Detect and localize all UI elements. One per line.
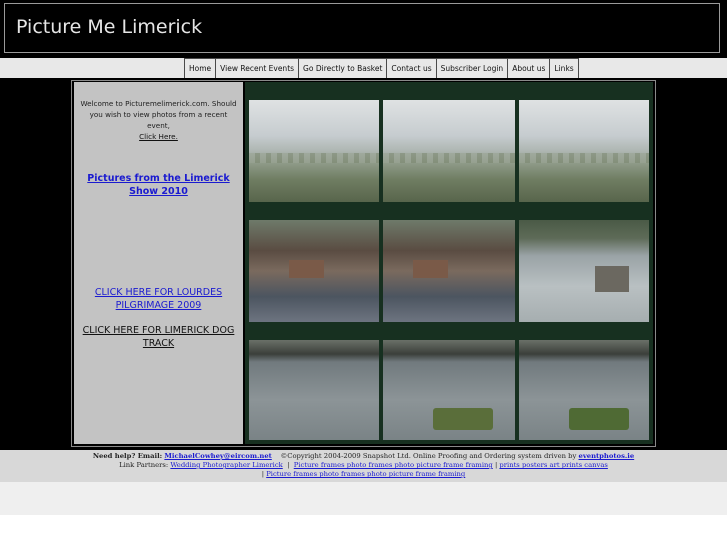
click-here-link[interactable]: Click Here.	[139, 132, 178, 141]
nav-item-links[interactable]: Links	[550, 59, 577, 78]
footer-line-3: | Picture frames photo frames photo pict…	[0, 470, 727, 479]
nav-item-subscriber-login[interactable]: Subscriber Login	[437, 59, 509, 78]
help-email-link[interactable]: MichaelCowhey@eircom.net	[164, 452, 271, 460]
photo-tile	[383, 100, 515, 202]
separator: |	[494, 461, 498, 469]
nav-item-go-to-basket[interactable]: Go Directly to Basket	[299, 59, 388, 78]
photo-tile	[249, 220, 379, 322]
photo-tile	[249, 100, 379, 202]
photo-mosaic	[245, 82, 653, 444]
photo-tile	[519, 340, 649, 440]
welcome-text: Welcome to Picturemelimerick.com. Should…	[80, 99, 237, 130]
main-area: Welcome to Picturemelimerick.com. Should…	[0, 78, 727, 450]
site-title: Picture Me Limerick	[16, 16, 203, 38]
nav-menu: Home View Recent Events Go Directly to B…	[184, 58, 579, 79]
welcome-message: Welcome to Picturemelimerick.com. Should…	[78, 98, 239, 142]
separator: |	[261, 470, 265, 478]
footer-band	[0, 482, 727, 515]
footer-line-2: Link Partners: Wedding Photographer Lime…	[0, 461, 727, 470]
help-label: Need help? Email:	[92, 452, 163, 460]
limerick-show-link[interactable]: Pictures from the Limerick Show 2010	[76, 172, 241, 198]
photo-tile	[249, 340, 379, 440]
footer: Need help? Email: MichaelCowhey@eircom.n…	[0, 450, 727, 482]
photo-tile	[519, 220, 649, 322]
header: Picture Me Limerick	[0, 0, 727, 58]
partner-link-frames-2[interactable]: Picture frames photo frames photo pictur…	[266, 470, 465, 478]
nav-item-view-recent-events[interactable]: View Recent Events	[216, 59, 300, 78]
footer-line-1: Need help? Email: MichaelCowhey@eircom.n…	[0, 452, 727, 461]
nav-item-contact-us[interactable]: Contact us	[387, 59, 437, 78]
nav-bar: Home View Recent Events Go Directly to B…	[0, 58, 727, 79]
copyright-text: ©Copyright 2004-2009 Snapshot Ltd. Onlin…	[280, 452, 577, 460]
photo-tile	[383, 340, 515, 440]
partners-label: Link Partners:	[119, 461, 169, 469]
dog-track-link[interactable]: CLICK HERE FOR LIMERICK DOG TRACK	[76, 324, 241, 350]
partner-link-prints[interactable]: prints posters art prints canvas	[499, 461, 607, 469]
page: Picture Me Limerick Home View Recent Eve…	[0, 0, 727, 545]
partner-link-wedding[interactable]: Wedding Photographer Limerick	[170, 461, 282, 469]
photo-tile	[383, 220, 515, 322]
eventphotos-link[interactable]: eventphotos.ie	[579, 452, 635, 460]
nav-item-about-us[interactable]: About us	[508, 59, 551, 78]
separator: |	[287, 461, 290, 469]
sidebar: Welcome to Picturemelimerick.com. Should…	[74, 82, 243, 444]
partner-link-frames[interactable]: Picture frames photo frames photo pictur…	[294, 461, 493, 469]
nav-item-home[interactable]: Home	[185, 59, 217, 78]
photo-tile	[519, 100, 649, 202]
lourdes-pilgrimage-link[interactable]: CLICK HERE FOR LOURDES PILGRIMAGE 2009	[76, 286, 241, 312]
